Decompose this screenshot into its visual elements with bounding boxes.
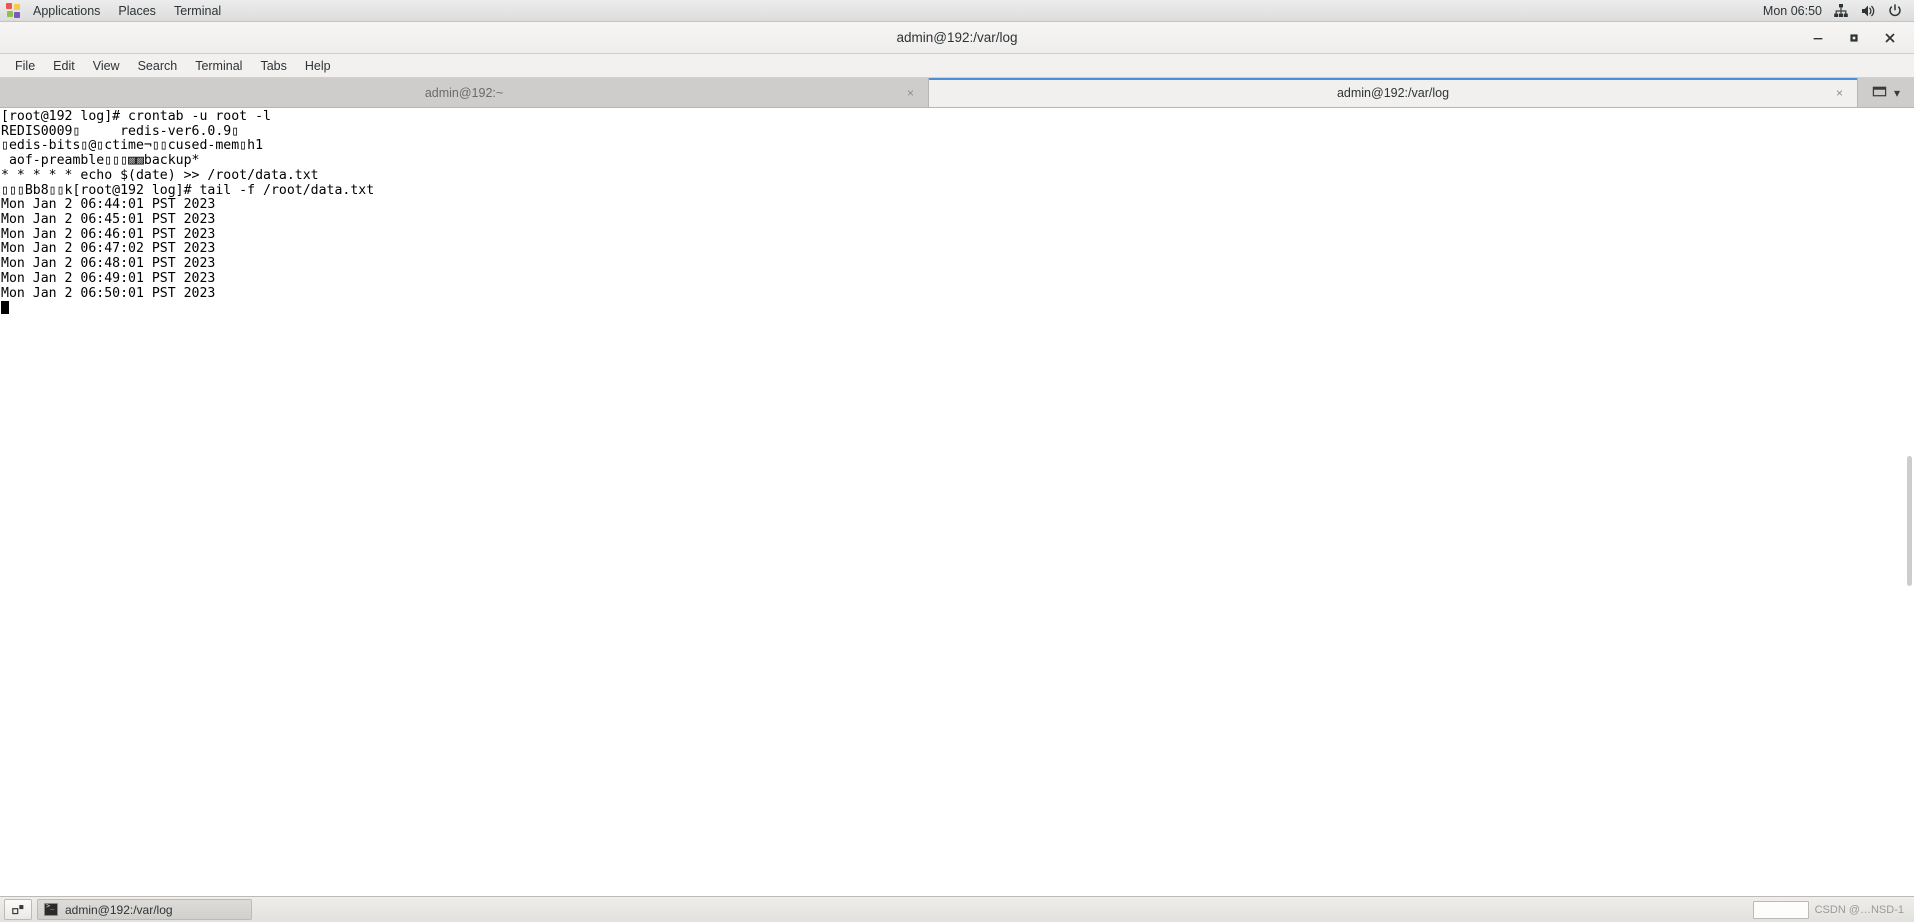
tab-close-icon[interactable]: ×: [1836, 87, 1843, 99]
terminal-line: ▯▯▯Bb8▯▯k[root@192 log]# tail -f /root/d…: [1, 184, 1914, 199]
window-title: admin@192:/var/log: [896, 30, 1017, 45]
menu-edit[interactable]: Edit: [44, 54, 84, 78]
menu-view[interactable]: View: [84, 54, 129, 78]
terminal-line: Mon Jan 2 06:50:01 PST 2023: [1, 287, 1914, 302]
maximize-button[interactable]: [1846, 30, 1862, 46]
terminal-line: aof-preamble▯▯▯▨▨backup*: [1, 154, 1914, 169]
terminal-line: Mon Jan 2 06:46:01 PST 2023: [1, 228, 1914, 243]
chevron-down-icon[interactable]: ▾: [1894, 86, 1900, 100]
terminal-output: [root@192 log]# crontab -u root -lREDIS0…: [1, 110, 1914, 317]
panel-status-area: Mon 06:50: [1763, 3, 1914, 19]
terminal-line: Mon Jan 2 06:47:02 PST 2023: [1, 242, 1914, 257]
terminal-line: ▯edis-bits▯@▯ctime¬▯▯cused-mem▯h1: [1, 139, 1914, 154]
taskbar-window-label: admin@192:/var/log: [65, 903, 173, 917]
power-icon[interactable]: [1887, 3, 1903, 19]
tab-bar: admin@192:~ × admin@192:/var/log × ▾: [0, 78, 1914, 108]
bottom-taskbar: admin@192:/var/log CSDN @…NSD-1: [0, 896, 1914, 922]
watermark-text: CSDN @…NSD-1: [1815, 904, 1904, 916]
terminal-line: Mon Jan 2 06:44:01 PST 2023: [1, 198, 1914, 213]
window-titlebar[interactable]: admin@192:/var/log: [0, 22, 1914, 54]
workspace-switcher-icon[interactable]: [4, 899, 32, 920]
menu-help[interactable]: Help: [296, 54, 340, 78]
panel-menu-places[interactable]: Places: [109, 0, 165, 22]
panel-menu-terminal[interactable]: Terminal: [165, 0, 230, 22]
menu-file[interactable]: File: [6, 54, 44, 78]
volume-icon[interactable]: [1860, 3, 1876, 19]
panel-clock[interactable]: Mon 06:50: [1763, 4, 1822, 18]
minimize-button[interactable]: [1810, 30, 1826, 46]
menu-tabs[interactable]: Tabs: [251, 54, 295, 78]
scrollbar-thumb[interactable]: [1907, 456, 1912, 586]
terminal-line: Mon Jan 2 06:49:01 PST 2023: [1, 272, 1914, 287]
taskbar-window-item[interactable]: admin@192:/var/log: [37, 899, 252, 920]
window-controls: [1810, 22, 1906, 54]
terminal-line: Mon Jan 2 06:45:01 PST 2023: [1, 213, 1914, 228]
new-tab-icon[interactable]: [1872, 84, 1887, 102]
tab-admin-home[interactable]: admin@192:~ ×: [0, 78, 929, 107]
taskbar-tray: CSDN @…NSD-1: [1753, 901, 1910, 919]
terminal-cursor-line: [1, 301, 1914, 317]
tab-label: admin@192:/var/log: [1337, 86, 1449, 100]
tab-tools: ▾: [1858, 78, 1914, 107]
applications-grid-icon: [6, 3, 22, 19]
terminal-window: admin@192:/var/log File Edit View Search…: [0, 22, 1914, 896]
terminal-line: * * * * * echo $(date) >> /root/data.txt: [1, 169, 1914, 184]
close-button[interactable]: [1882, 30, 1898, 46]
terminal-cursor: [1, 301, 9, 314]
gnome-top-panel: Applications Places Terminal Mon 06:50: [0, 0, 1914, 22]
tab-admin-varlog[interactable]: admin@192:/var/log ×: [929, 78, 1858, 107]
terminal-scrollbar[interactable]: [1904, 108, 1914, 896]
terminal-line: REDIS0009▯ redis-ver6.0.9▯: [1, 125, 1914, 140]
menu-terminal[interactable]: Terminal: [186, 54, 251, 78]
tab-close-icon[interactable]: ×: [907, 87, 914, 99]
menu-search[interactable]: Search: [129, 54, 187, 78]
terminal-icon: [44, 903, 58, 916]
terminal-screen[interactable]: [root@192 log]# crontab -u root -lREDIS0…: [0, 108, 1914, 896]
tray-applet[interactable]: [1753, 901, 1809, 919]
tab-label: admin@192:~: [425, 86, 503, 100]
menubar: File Edit View Search Terminal Tabs Help: [0, 54, 1914, 78]
panel-menu-applications[interactable]: Applications: [24, 0, 109, 22]
network-icon[interactable]: [1833, 3, 1849, 19]
terminal-line: Mon Jan 2 06:48:01 PST 2023: [1, 257, 1914, 272]
terminal-line: [root@192 log]# crontab -u root -l: [1, 110, 1914, 125]
